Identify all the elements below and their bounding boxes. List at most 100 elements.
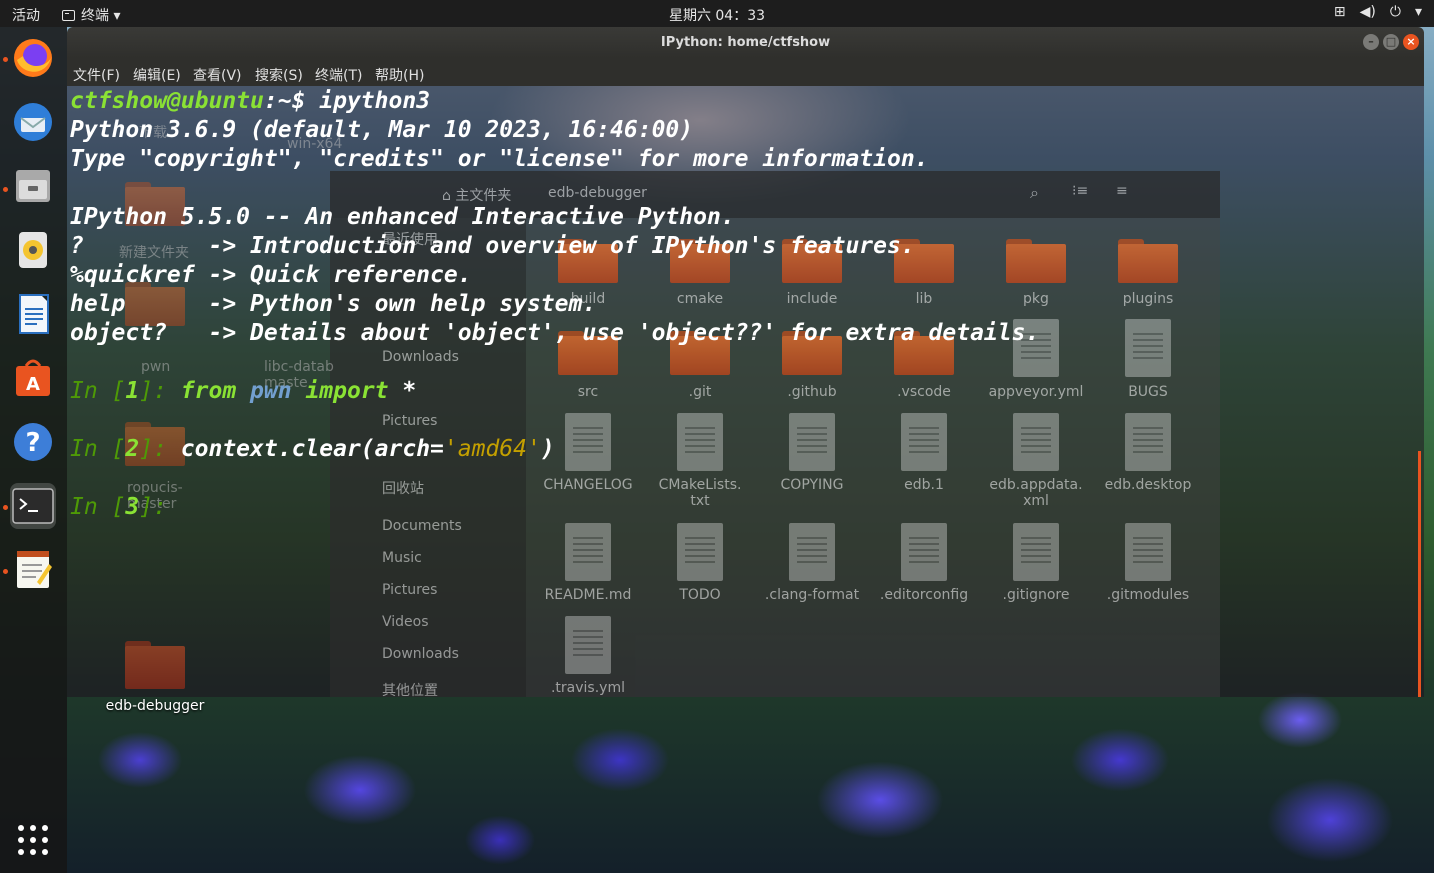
- file-label: edb.appdata. xml: [989, 477, 1083, 509]
- banner-line: IPython 5.5.0 -- An enhanced Interactive…: [70, 204, 735, 230]
- file-icon: [677, 413, 723, 471]
- folder-label: src: [577, 384, 599, 400]
- file-label: edb.1: [904, 477, 944, 493]
- running-indicator: [3, 57, 8, 62]
- rhythmbox-icon[interactable]: [10, 227, 56, 273]
- folder-label: .git: [688, 384, 712, 400]
- desktop-folder-label[interactable]: edb-debugger: [95, 698, 215, 714]
- file-label: edb.desktop: [1104, 477, 1192, 493]
- file-label: .travis.yml: [550, 680, 625, 696]
- string-literal: 'amd64': [443, 436, 541, 462]
- sidebar-item: Music: [382, 550, 422, 566]
- menu-terminal[interactable]: 终端(T): [315, 65, 362, 85]
- maximize-button[interactable]: □: [1383, 34, 1399, 50]
- help-line: object? -> Details about 'object', use '…: [70, 320, 1040, 346]
- volume-icon[interactable]: ◀): [1360, 4, 1376, 20]
- in-prompt: ]:: [139, 378, 181, 404]
- close-button[interactable]: ×: [1403, 34, 1419, 50]
- files-icon[interactable]: [10, 163, 56, 209]
- breadcrumb-dir: edb-debugger: [548, 185, 647, 201]
- menu-file[interactable]: 文件(F): [73, 65, 120, 85]
- running-indicator: [3, 569, 8, 574]
- clock[interactable]: 星期六 04：33: [0, 5, 1434, 25]
- terminal-content[interactable]: ⌂ 主文件夹 edb-debugger ⌕ ⁝≡ ≡ 最近使用 Download…: [67, 86, 1424, 697]
- menu-bar: 文件(F) 编辑(E) 查看(V) 搜索(S) 终端(T) 帮助(H): [67, 58, 1424, 86]
- ubuntu-software-icon[interactable]: A: [10, 355, 56, 401]
- terminal-dock-icon[interactable]: [10, 483, 56, 529]
- file-label: CHANGELOG: [543, 477, 633, 493]
- firefox-icon[interactable]: [10, 35, 56, 81]
- menu-view[interactable]: 查看(V): [193, 65, 242, 85]
- folder-label: .vscode: [897, 384, 951, 400]
- app-menu-label: 终端 ▾: [81, 8, 121, 24]
- terminal-window[interactable]: IPython: home/ctfshow – □ × 文件(F) 编辑(E) …: [67, 27, 1424, 697]
- scrollbar[interactable]: [1418, 451, 1421, 697]
- system-tray[interactable]: ⊞ ◀) ⏻ ▾: [1334, 4, 1422, 20]
- in-prompt: In [: [70, 494, 126, 520]
- running-indicator: [3, 505, 8, 510]
- module-name: pwn: [236, 378, 306, 404]
- menu-edit[interactable]: 编辑(E): [133, 65, 181, 85]
- minimize-button[interactable]: –: [1363, 34, 1379, 50]
- input-line-2: In [2]: context.clear(arch='amd64'): [70, 435, 555, 464]
- folder-label: cmake: [676, 291, 724, 307]
- window-title: IPython: home/ctfshow: [660, 35, 831, 50]
- app-menu[interactable]: 终端 ▾: [62, 5, 120, 25]
- view-toggle-icon: ⁝≡: [1072, 183, 1089, 199]
- prompt-path: :~$: [263, 88, 306, 114]
- menu-help[interactable]: 帮助(H): [375, 65, 424, 85]
- in-number: 2: [125, 436, 140, 462]
- activities-button[interactable]: 活动: [12, 5, 40, 25]
- file-label: COPYING: [780, 477, 844, 493]
- help-icon[interactable]: ?: [10, 419, 56, 465]
- thunderbird-icon[interactable]: [10, 99, 56, 145]
- file-icon: [565, 616, 611, 674]
- code-text: context.clear(arch=: [180, 436, 444, 462]
- import-star: *: [388, 378, 417, 404]
- text-editor-icon[interactable]: [10, 547, 56, 593]
- file-label: .clang-format: [764, 587, 860, 603]
- terminal-icon: [62, 9, 75, 21]
- file-icon: [1125, 523, 1171, 581]
- menu-search[interactable]: 搜索(S): [255, 65, 303, 85]
- chevron-down-icon[interactable]: ▾: [1415, 4, 1422, 20]
- shell-command: ipython3: [305, 88, 431, 114]
- file-icon: [1013, 523, 1059, 581]
- file-label: .gitignore: [1002, 587, 1070, 603]
- help-line: help -> Python's own help system.: [70, 291, 597, 317]
- input-line-3[interactable]: In [3]:: [70, 493, 181, 522]
- keyword-from: from: [180, 378, 237, 404]
- window-titlebar[interactable]: IPython: home/ctfshow – □ ×: [67, 27, 1424, 58]
- folder-label: include: [786, 291, 838, 307]
- sidebar-item: Documents: [382, 518, 462, 534]
- breadcrumb-home: ⌂ 主文件夹: [442, 188, 512, 204]
- file-label: BUGS: [1128, 384, 1168, 400]
- power-icon[interactable]: ⏻: [1390, 4, 1401, 20]
- ghost-desktop-label: pwn: [141, 359, 171, 375]
- file-icon: [1125, 319, 1171, 377]
- file-label: CMakeLists. txt: [658, 477, 742, 509]
- sidebar-item: Downloads: [382, 646, 459, 662]
- file-icon: [565, 413, 611, 471]
- folder-label: .github: [787, 384, 837, 400]
- help-line: %quickref -> Quick reference.: [70, 262, 472, 288]
- input-line-1: In [1]: from pwn import *: [70, 377, 416, 406]
- file-icon: [901, 523, 947, 581]
- file-label: .editorconfig: [879, 587, 969, 603]
- keyword-import: import: [305, 378, 389, 404]
- sidebar-item: Pictures: [382, 413, 438, 429]
- help-line: ? -> Introduction and overview of IPytho…: [70, 233, 915, 259]
- show-applications-icon[interactable]: [10, 817, 56, 863]
- network-icon[interactable]: ⊞: [1334, 4, 1346, 20]
- folder-icon: [1006, 239, 1066, 283]
- running-indicator: [3, 187, 8, 192]
- in-number: 3: [125, 494, 140, 520]
- shell-prompt-line: ctfshow@ubuntu:~$ ipython3: [70, 87, 430, 116]
- top-bar: 活动 终端 ▾ 星期六 04：33 ⊞ ◀) ⏻ ▾: [0, 0, 1434, 27]
- hamburger-icon: ≡: [1116, 183, 1128, 199]
- sidebar-item: 其他位置: [382, 683, 438, 697]
- folder-icon: [1118, 239, 1178, 283]
- file-icon: [789, 413, 835, 471]
- libreoffice-writer-icon[interactable]: [10, 291, 56, 337]
- sidebar-item: 回收站: [382, 481, 424, 497]
